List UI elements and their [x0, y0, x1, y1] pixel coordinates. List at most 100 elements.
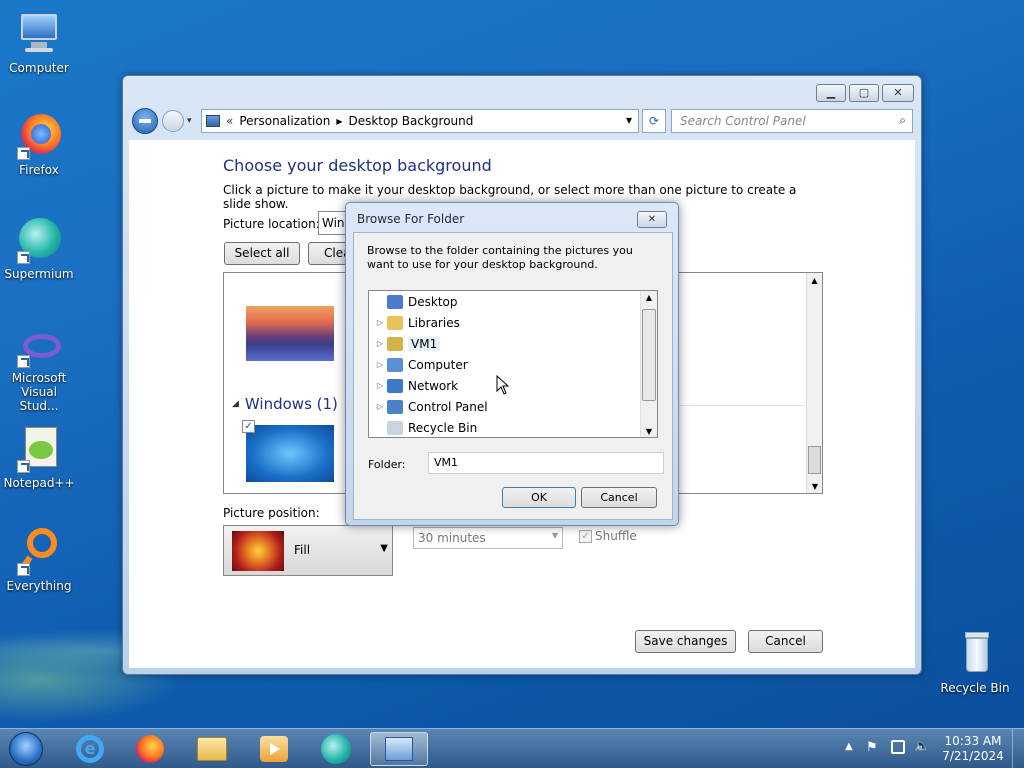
- chevron-down-icon: ▼: [551, 531, 558, 540]
- search-placeholder: Search Control Panel: [680, 114, 806, 128]
- dialog-close-button[interactable]: ✕: [637, 211, 667, 228]
- control-panel-icon: [387, 399, 403, 414]
- taskbar-control-panel[interactable]: [370, 732, 428, 766]
- dialog-cancel-button[interactable]: Cancel: [581, 487, 657, 508]
- expand-arrow-icon[interactable]: ▷: [375, 339, 385, 348]
- tree-item-label: Recycle Bin: [408, 420, 478, 435]
- desktop-icon-recycle-bin[interactable]: Recycle Bin: [937, 630, 1013, 695]
- shuffle-checkbox[interactable]: ✓: [579, 530, 592, 543]
- minimize-icon: ▁: [826, 86, 836, 99]
- search-input[interactable]: Search Control Panel ⌕: [671, 109, 913, 133]
- breadcrumb-personalization[interactable]: Personalization: [239, 114, 330, 128]
- expand-arrow-icon[interactable]: ▷: [375, 381, 385, 390]
- taskbar-supermium[interactable]: [314, 732, 358, 766]
- desktop-icon-label: Supermium: [4, 267, 74, 281]
- save-changes-button[interactable]: Save changes: [635, 630, 736, 653]
- show-desktop-button[interactable]: [1012, 729, 1024, 768]
- select-all-button[interactable]: Select all: [224, 242, 300, 265]
- control-panel-icon: [206, 115, 220, 127]
- windows-thumbnail[interactable]: [246, 425, 334, 482]
- tree-item-recycle-bin[interactable]: Recycle Bin: [369, 417, 639, 437]
- address-dropdown-icon[interactable]: ▾: [626, 113, 632, 127]
- taskbar-firefox[interactable]: [128, 732, 172, 766]
- recent-pages-icon[interactable]: ▾: [187, 116, 192, 126]
- collapse-arrow-icon: ◢: [232, 399, 239, 409]
- ok-button[interactable]: OK: [502, 487, 576, 508]
- tree-item-computer[interactable]: ▷ Computer: [369, 354, 639, 375]
- computer-icon: [15, 10, 63, 58]
- windows-thumbnail-checkbox[interactable]: ✓: [242, 420, 255, 433]
- folder-field[interactable]: VM1: [428, 452, 664, 474]
- forward-button[interactable]: [162, 110, 184, 132]
- desktop-icon-computer[interactable]: Computer: [1, 10, 77, 75]
- desktop-icon-label: Everything: [6, 579, 72, 593]
- refresh-button[interactable]: ⟳: [642, 109, 666, 133]
- tree-scrollbar[interactable]: ▲ ▼: [640, 291, 657, 437]
- supermium-icon: [15, 216, 63, 264]
- breadcrumb-desktop-background[interactable]: Desktop Background: [348, 114, 473, 128]
- vm1-icon: [387, 336, 403, 351]
- tree-item-label: Computer: [408, 357, 468, 372]
- tree-item-control-panel[interactable]: ▷ Control Panel: [369, 396, 639, 417]
- tree-item-desktop[interactable]: Desktop: [369, 291, 639, 312]
- everything-icon: [15, 528, 63, 576]
- windows-group-header[interactable]: ◢ Windows (1): [232, 395, 338, 413]
- start-button[interactable]: [4, 732, 48, 766]
- picture-position-label: Picture position:: [223, 506, 320, 520]
- folder-tree[interactable]: Desktop ▷ Libraries ▷ VM1 ▷ Computer ▷ Network ▷ C…: [368, 290, 658, 438]
- tree-item-vm1[interactable]: ▷ VM1: [369, 333, 639, 354]
- clock-time: 10:33 AM: [944, 734, 1002, 748]
- flower-preview-icon: [232, 531, 284, 571]
- tree-item-label: Desktop: [408, 294, 458, 309]
- desktop-icon-supermium[interactable]: Supermium: [1, 216, 77, 281]
- supermium-icon: [321, 734, 351, 764]
- back-button[interactable]: [132, 108, 158, 134]
- desktop-icon-visual-studio[interactable]: Microsoft Visual Stud...: [1, 328, 77, 413]
- firefox-icon: [15, 112, 63, 160]
- clock[interactable]: 10:33 AM 7/21/2024: [938, 734, 1008, 764]
- desktop-icon-label: Recycle Bin: [940, 681, 1010, 695]
- taskbar-media-player[interactable]: [252, 732, 296, 766]
- desktop-icon-everything[interactable]: Everything: [1, 528, 77, 593]
- expand-arrow-icon[interactable]: ▷: [375, 402, 385, 411]
- dialog-instructions: Browse to the folder containing the pict…: [367, 244, 633, 271]
- address-bar[interactable]: « Personalization ▶ Desktop Background ▾: [201, 109, 639, 133]
- landscape-thumbnail[interactable]: [246, 306, 334, 361]
- desktop-icon-firefox[interactable]: Firefox: [1, 112, 77, 177]
- network-icon[interactable]: [891, 740, 905, 754]
- interval-select[interactable]: 30 minutes ▼: [413, 527, 563, 549]
- recycle-bin-icon: [951, 630, 999, 678]
- desktop-icon-label: Microsoft Visual Stud...: [11, 371, 67, 413]
- cancel-button[interactable]: Cancel: [748, 630, 823, 653]
- desktop-icon-label: Firefox: [19, 163, 59, 177]
- taskbar-internet-explorer[interactable]: e: [68, 732, 112, 766]
- maximize-button[interactable]: ▢: [849, 84, 879, 102]
- breadcrumb-overflow[interactable]: «: [226, 114, 233, 128]
- control-panel-icon: [385, 737, 413, 761]
- dialog-title: Browse For Folder: [357, 212, 465, 226]
- tree-item-label: Libraries: [408, 315, 460, 330]
- gallery-scrollbar[interactable]: ▲ ▼: [806, 273, 822, 493]
- action-center-flag-icon[interactable]: ⚑: [866, 740, 878, 755]
- volume-icon[interactable]: 🔈: [914, 739, 930, 754]
- dialog-body: Browse to the folder containing the pict…: [353, 232, 673, 520]
- tree-item-libraries[interactable]: ▷ Libraries: [369, 312, 639, 333]
- breadcrumb-separator-icon[interactable]: ▶: [336, 117, 342, 126]
- close-window-button[interactable]: ✕: [882, 84, 914, 102]
- search-icon[interactable]: ⌕: [899, 113, 906, 128]
- visual-studio-icon: [15, 328, 63, 368]
- interval-value: 30 minutes: [418, 531, 486, 545]
- expand-arrow-icon[interactable]: ▷: [375, 318, 385, 327]
- clear-all-button[interactable]: Clea: [308, 242, 348, 265]
- taskbar-explorer[interactable]: [190, 732, 234, 766]
- gallery-scroll-thumb[interactable]: [808, 446, 821, 474]
- mouse-pointer-icon: [496, 375, 510, 395]
- expand-arrow-icon[interactable]: ▷: [375, 360, 385, 369]
- minimize-button[interactable]: ▁: [816, 84, 846, 102]
- picture-position-value: Fill: [294, 543, 311, 557]
- show-hidden-icons-button[interactable]: ▲: [845, 741, 853, 752]
- tree-scroll-thumb[interactable]: [642, 309, 656, 401]
- picture-position-select[interactable]: Fill ▼: [223, 525, 393, 576]
- desktop-icon-notepad-plus-plus[interactable]: Notepad++: [1, 425, 77, 490]
- tree-item-label: Control Panel: [408, 399, 488, 414]
